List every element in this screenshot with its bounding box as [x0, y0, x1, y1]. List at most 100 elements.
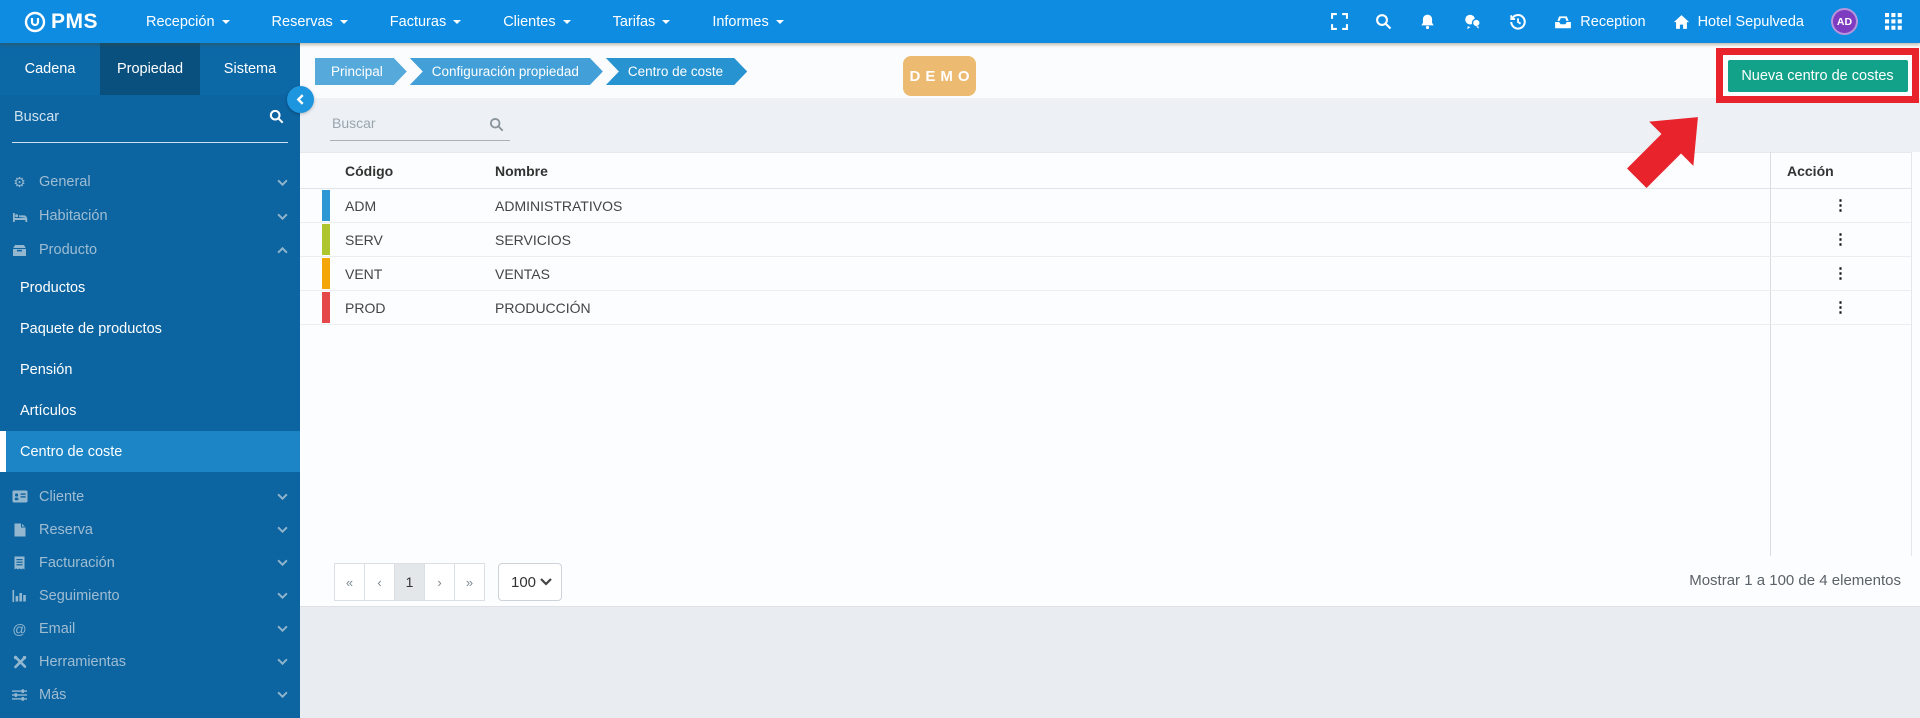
table-row[interactable]: VENT VENTAS ⋮: [300, 257, 1911, 291]
sidebar-subitem-articulos[interactable]: Artículos: [0, 390, 300, 431]
page-background: [300, 606, 1920, 718]
table-row[interactable]: ADM ADMINISTRATIVOS ⋮: [300, 189, 1911, 223]
cell-codigo: ADM: [345, 197, 377, 214]
chevron-down-icon: [277, 559, 288, 566]
sidebar-item-general[interactable]: ⚙ General: [0, 165, 300, 199]
sidebar-item-facturacion[interactable]: Facturación: [0, 546, 300, 579]
producto-submenu: Productos Paquete de productos Pensión A…: [0, 267, 300, 472]
home-icon: [1673, 14, 1690, 30]
chevron-down-icon: [277, 625, 288, 632]
row-actions-kebab-icon[interactable]: ⋮: [1833, 300, 1848, 315]
row-actions-kebab-icon[interactable]: ⋮: [1833, 232, 1848, 247]
column-header-accion: Acción: [1787, 162, 1834, 179]
tab-propiedad[interactable]: Propiedad: [100, 43, 200, 95]
cell-codigo: VENT: [345, 265, 383, 282]
menu-reservas[interactable]: Reservas: [272, 14, 348, 30]
top-navbar: PMS Recepción Reservas Facturas Clientes…: [0, 0, 1920, 43]
table-row[interactable]: SERV SERVICIOS ⋮: [300, 223, 1911, 257]
gears-icon: ⚙: [13, 173, 26, 190]
sidebar-item-mas[interactable]: Más: [0, 678, 300, 711]
sidebar-item-cliente[interactable]: Cliente: [0, 480, 300, 513]
row-actions-kebab-icon[interactable]: ⋮: [1833, 266, 1848, 281]
sidebar-search-input[interactable]: [14, 109, 254, 125]
pagination-row: « ‹ 1 › » 100 Mostrar 1 a 100 de 4 eleme…: [300, 560, 1911, 606]
tools-icon: [10, 655, 29, 669]
chevron-down-icon: [662, 19, 671, 24]
chevron-down-icon: [277, 592, 288, 599]
menu-recepcion[interactable]: Recepción: [146, 14, 230, 30]
table-search-input[interactable]: [330, 109, 480, 131]
highlight-box: Nueva centro de costes: [1716, 48, 1919, 103]
page-first-button[interactable]: «: [334, 563, 365, 601]
menu-clientes[interactable]: Clientes: [503, 14, 571, 30]
menu-facturas[interactable]: Facturas: [390, 14, 462, 30]
sidebar-item-habitacion[interactable]: Habitación: [0, 199, 300, 233]
pagination-summary: Mostrar 1 a 100 de 4 elementos: [1689, 572, 1901, 589]
main-content: Principal Configuración propiedad Centro…: [300, 43, 1920, 718]
table-body: ADM ADMINISTRATIVOS ⋮ SERV SERVICIOS ⋮ V…: [300, 189, 1911, 325]
pms-logo[interactable]: PMS: [24, 10, 98, 34]
chevron-down-icon: [277, 526, 288, 533]
id-card-icon: [10, 490, 29, 503]
bar-chart-icon: [10, 589, 29, 602]
cell-codigo: SERV: [345, 231, 383, 248]
cell-nombre: VENTAS: [495, 265, 550, 282]
sidebar-collapse-toggle[interactable]: [287, 86, 314, 113]
breadcrumb: Principal Configuración propiedad Centro…: [315, 58, 750, 85]
pager: « ‹ 1 › »: [334, 563, 485, 601]
file-icon: [10, 523, 29, 537]
page-last-button[interactable]: »: [454, 563, 485, 601]
row-color-bar: [322, 224, 330, 255]
chevron-left-icon: [296, 94, 305, 105]
breadcrumb-centro-de-coste[interactable]: Centro de coste: [606, 58, 747, 85]
chat-messages-icon[interactable]: [1463, 13, 1482, 30]
sidebar-subitem-pension[interactable]: Pensión: [0, 349, 300, 390]
chevron-up-icon: [277, 246, 288, 254]
page-next-button[interactable]: ›: [424, 563, 455, 601]
breadcrumb-principal[interactable]: Principal: [315, 58, 407, 85]
new-cost-center-button[interactable]: Nueva centro de costes: [1727, 59, 1908, 92]
sidebar-item-producto[interactable]: Producto: [0, 233, 300, 267]
sidebar-item-seguimiento[interactable]: Seguimiento: [0, 579, 300, 612]
sidebar-item-email[interactable]: @ Email: [0, 612, 300, 645]
search-icon[interactable]: [1375, 13, 1392, 30]
sidebar-menu-top: ⚙ General Habitación Producto: [0, 165, 300, 267]
row-actions-kebab-icon[interactable]: ⋮: [1833, 198, 1848, 213]
cell-nombre: SERVICIOS: [495, 231, 571, 248]
sidebar-item-herramientas[interactable]: Herramientas: [0, 645, 300, 678]
row-color-bar: [322, 292, 330, 323]
history-icon[interactable]: [1509, 13, 1527, 31]
chevron-down-icon: [540, 578, 552, 586]
tab-cadena[interactable]: Cadena: [0, 43, 100, 95]
sidebar-item-reserva[interactable]: Reserva: [0, 513, 300, 546]
menu-tarifas[interactable]: Tarifas: [613, 14, 671, 30]
user-avatar[interactable]: AD: [1831, 8, 1858, 35]
tab-sistema[interactable]: Sistema: [200, 43, 300, 95]
column-header-nombre: Nombre: [495, 162, 548, 179]
page-size-select[interactable]: 100: [498, 563, 562, 601]
sidebar-subitem-paquete-de-productos[interactable]: Paquete de productos: [0, 308, 300, 349]
page-1-button[interactable]: 1: [394, 563, 425, 601]
receipt-icon: [10, 556, 29, 570]
hotel-shortcut[interactable]: Hotel Sepulveda: [1673, 14, 1804, 30]
cell-nombre: PRODUCCIÓN: [495, 299, 591, 316]
search-icon[interactable]: [269, 109, 284, 124]
page-size-value: 100: [511, 573, 537, 591]
table-panel: Código Nombre Acción ADM ADMINISTRATIVOS…: [300, 152, 1920, 606]
sidebar-subitem-productos[interactable]: Productos: [0, 267, 300, 308]
table-row[interactable]: PROD PRODUCCIÓN ⋮: [300, 291, 1911, 325]
search-icon[interactable]: [489, 117, 504, 132]
sidebar-subitem-centro-de-coste[interactable]: Centro de coste: [0, 431, 300, 472]
apps-grid-icon[interactable]: [1885, 13, 1902, 30]
row-color-bar: [322, 258, 330, 289]
breadcrumb-configuracion-propiedad[interactable]: Configuración propiedad: [410, 58, 603, 85]
fullscreen-icon[interactable]: [1331, 13, 1349, 30]
chevron-down-icon: [277, 493, 288, 500]
reception-shortcut[interactable]: Reception: [1554, 14, 1646, 30]
column-header-codigo: Código: [345, 162, 394, 179]
row-color-bar: [322, 190, 330, 221]
notifications-bell-icon[interactable]: [1419, 13, 1436, 30]
annotation-arrow: [1622, 101, 1714, 193]
menu-informes[interactable]: Informes: [712, 14, 784, 30]
page-prev-button[interactable]: ‹: [364, 563, 395, 601]
